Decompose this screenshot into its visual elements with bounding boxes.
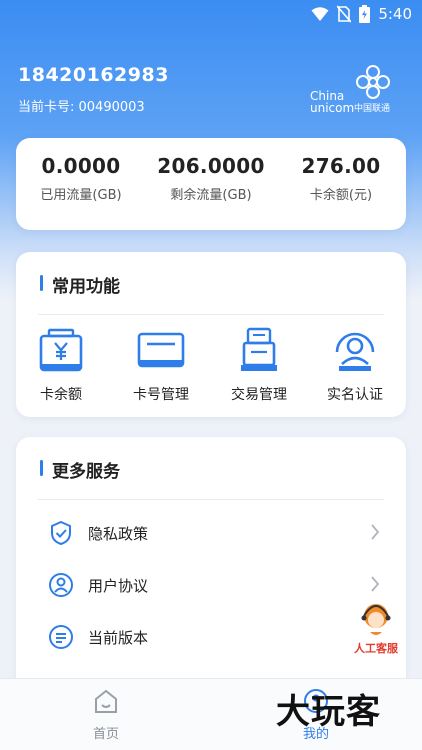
stat-value: 206.0000 bbox=[157, 154, 265, 178]
stat-remaining-data[interactable]: 206.0000 剩余流量(GB) bbox=[146, 154, 276, 203]
home-icon bbox=[95, 689, 117, 713]
no-sim-icon bbox=[337, 5, 352, 23]
wifi-icon bbox=[311, 7, 329, 21]
func-real-name-verification[interactable]: 实名认证 bbox=[310, 326, 400, 404]
section-title-common: 常用功能 bbox=[40, 272, 120, 297]
customer-service-avatar-icon bbox=[361, 604, 391, 635]
stat-used-data[interactable]: 0.0000 已用流量(GB) bbox=[16, 154, 146, 203]
section-title-text: 更多服务 bbox=[52, 462, 120, 482]
stat-value: 0.0000 bbox=[41, 154, 121, 178]
logo-text-unicom: unicom bbox=[310, 101, 355, 115]
china-unicom-logo: China unicom 中国联通 bbox=[310, 64, 410, 116]
func-card-balance[interactable]: 卡余额 bbox=[16, 326, 106, 404]
battery-charging-icon bbox=[359, 5, 371, 23]
watermark-text: 大玩客 bbox=[276, 692, 381, 732]
shield-check-icon bbox=[51, 520, 71, 546]
user-verify-icon bbox=[335, 332, 375, 371]
current-card-number: 当前卡号: 00490003 bbox=[18, 100, 145, 115]
user-circle-icon bbox=[49, 573, 73, 597]
stat-label: 已用流量(GB) bbox=[40, 188, 122, 203]
menu-item-current-version[interactable]: 当前版本 bbox=[32, 615, 390, 659]
stat-card-balance[interactable]: 276.00 卡余额(元) bbox=[276, 154, 406, 203]
logo-text-cn: 中国联通 bbox=[354, 104, 391, 114]
divider bbox=[38, 314, 384, 315]
nav-home[interactable]: 首页 bbox=[46, 687, 166, 742]
common-functions-card: 常用功能 卡余额 卡号管理 交易管理 实名认证 bbox=[16, 252, 406, 417]
section-title-text: 常用功能 bbox=[52, 277, 120, 297]
chevron-right-icon bbox=[371, 524, 380, 540]
section-title-more: 更多服务 bbox=[40, 457, 120, 482]
stat-value: 276.00 bbox=[301, 154, 381, 178]
stat-label: 卡余额(元) bbox=[309, 188, 373, 203]
data-usage-card: 0.0000 已用流量(GB) 206.0000 剩余流量(GB) 276.00… bbox=[16, 138, 406, 230]
menu-item-privacy-policy[interactable]: 隐私政策 bbox=[32, 511, 390, 555]
phone-number: 18420162983 bbox=[18, 64, 169, 86]
status-bar: 5:40 bbox=[0, 0, 422, 30]
customer-service-label: 人工客服 bbox=[354, 642, 398, 655]
printer-icon bbox=[241, 327, 277, 371]
func-label: 实名认证 bbox=[327, 387, 383, 403]
func-transaction-management[interactable]: 交易管理 bbox=[214, 326, 304, 404]
menu-label: 用户协议 bbox=[88, 576, 149, 595]
func-label: 卡余额 bbox=[40, 387, 82, 403]
func-card-management[interactable]: 卡号管理 bbox=[116, 326, 206, 404]
wallet-yuan-icon bbox=[39, 328, 83, 372]
stat-label: 剩余流量(GB) bbox=[170, 188, 252, 203]
menu-label: 当前版本 bbox=[88, 628, 149, 647]
menu-label: 隐私政策 bbox=[88, 524, 149, 543]
func-label: 卡号管理 bbox=[133, 387, 189, 403]
card-icon bbox=[137, 332, 185, 368]
nav-label: 首页 bbox=[92, 727, 119, 742]
divider bbox=[38, 499, 384, 500]
chevron-right-icon bbox=[371, 576, 380, 592]
list-circle-icon bbox=[49, 625, 73, 649]
section-accent-bar bbox=[40, 460, 43, 476]
unicom-knot-icon bbox=[356, 65, 390, 99]
section-accent-bar bbox=[40, 275, 43, 291]
func-label: 交易管理 bbox=[231, 387, 287, 403]
status-time: 5:40 bbox=[378, 5, 412, 23]
customer-service-button[interactable]: 人工客服 bbox=[345, 600, 407, 658]
menu-item-user-agreement[interactable]: 用户协议 bbox=[32, 563, 390, 607]
